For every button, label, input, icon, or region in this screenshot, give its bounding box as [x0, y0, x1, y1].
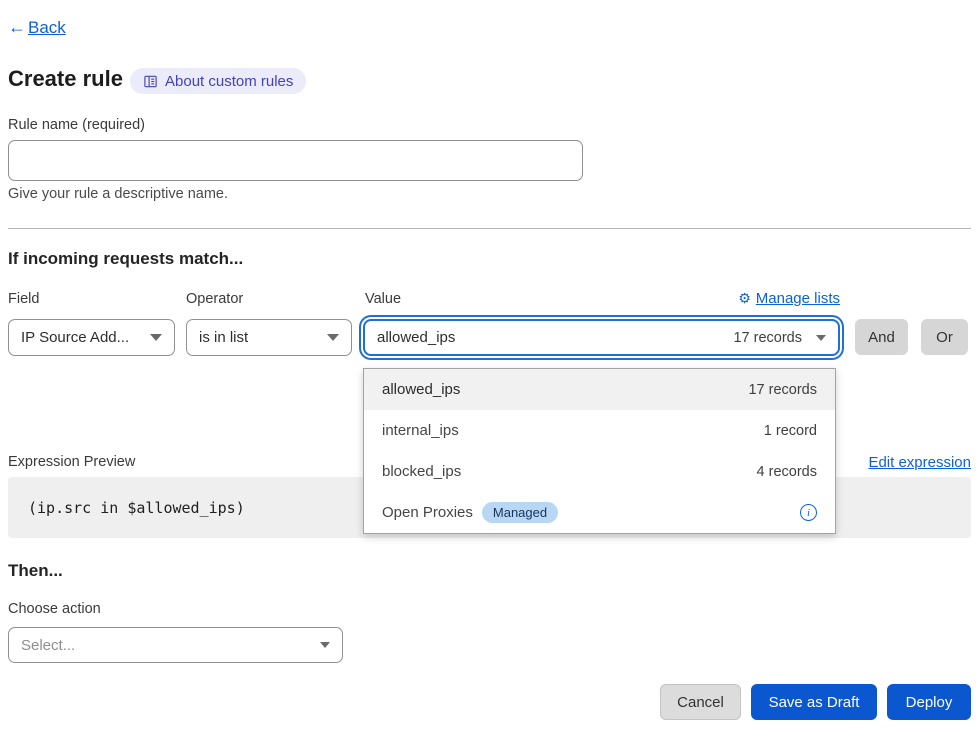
back-link[interactable]: ←Back [8, 17, 66, 38]
operator-select-value: is in list [199, 329, 317, 346]
back-arrow-icon: ← [8, 17, 26, 37]
field-label: Field [8, 291, 39, 307]
cancel-button[interactable]: Cancel [660, 684, 741, 720]
action-select[interactable]: Select... [8, 627, 343, 663]
list-item-meta: 4 records [757, 464, 817, 480]
list-item-meta: 1 record [764, 423, 817, 439]
chevron-down-icon [816, 335, 826, 341]
and-button[interactable]: And [855, 319, 908, 355]
choose-action-label: Choose action [8, 601, 101, 617]
list-item-allowed-ips[interactable]: allowed_ips 17 records [364, 369, 835, 410]
about-custom-rules-link[interactable]: About custom rules [130, 68, 306, 94]
list-item-blocked-ips[interactable]: blocked_ips 4 records [364, 451, 835, 492]
chevron-down-icon [327, 334, 339, 341]
rule-name-input[interactable] [8, 140, 583, 181]
value-select-value: allowed_ips [377, 329, 733, 346]
deploy-button[interactable]: Deploy [887, 684, 971, 720]
value-label: Value [365, 291, 401, 307]
list-item-name: blocked_ips [382, 463, 757, 480]
field-select-value: IP Source Add... [21, 329, 140, 346]
list-item-internal-ips[interactable]: internal_ips 1 record [364, 410, 835, 451]
gear-icon: ⚙ [738, 290, 751, 307]
info-icon[interactable]: i [800, 504, 817, 521]
edit-expression-link[interactable]: Edit expression [868, 454, 971, 471]
list-item-name: internal_ips [382, 422, 764, 439]
manage-lists-label[interactable]: Manage lists [756, 290, 840, 307]
then-section-heading: Then... [8, 561, 63, 581]
list-item-name: allowed_ips [382, 381, 748, 398]
field-select[interactable]: IP Source Add... [8, 319, 175, 356]
save-as-draft-button[interactable]: Save as Draft [751, 684, 877, 720]
page-title: Create rule [8, 66, 123, 92]
value-select[interactable]: allowed_ips 17 records [363, 319, 840, 356]
section-divider [8, 228, 971, 229]
list-item-open-proxies[interactable]: Open Proxies Managed i [364, 492, 835, 533]
list-item-meta: 17 records [748, 382, 817, 398]
chevron-down-icon [320, 642, 330, 648]
book-icon [143, 74, 158, 89]
or-button[interactable]: Or [921, 319, 968, 355]
operator-select[interactable]: is in list [186, 319, 352, 356]
back-label[interactable]: Back [28, 18, 66, 37]
lists-dropdown: allowed_ips 17 records internal_ips 1 re… [363, 368, 836, 534]
action-select-placeholder: Select... [21, 637, 310, 654]
match-section-heading: If incoming requests match... [8, 249, 243, 269]
value-select-meta: 17 records [733, 330, 802, 346]
operator-label: Operator [186, 291, 243, 307]
manage-lists-link[interactable]: ⚙ Manage lists [738, 290, 840, 307]
expression-code: (ip.src in $allowed_ips) [28, 499, 245, 517]
about-link-label: About custom rules [165, 73, 293, 90]
list-item-name: Open Proxies [382, 504, 473, 521]
create-rule-page: ←Back Create rule About custom rules Rul… [0, 0, 979, 739]
managed-badge: Managed [482, 502, 558, 523]
expression-preview-label: Expression Preview [8, 454, 135, 470]
rule-name-label: Rule name (required) [8, 117, 145, 133]
chevron-down-icon [150, 334, 162, 341]
rule-name-helper: Give your rule a descriptive name. [8, 186, 228, 202]
